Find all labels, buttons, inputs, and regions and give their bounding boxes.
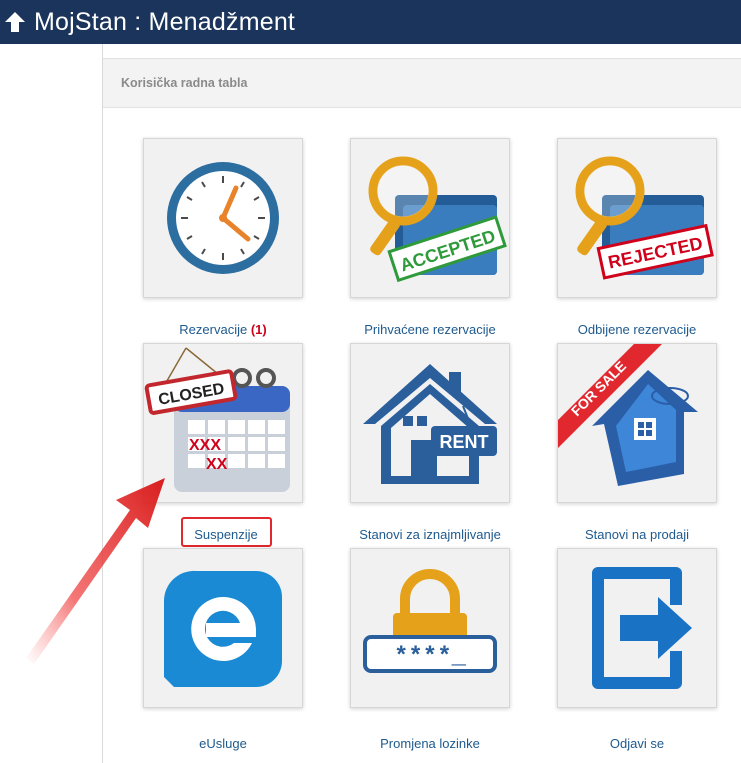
house-rent-icon: RENT (363, 364, 497, 484)
tile-label-eusluge[interactable]: eUsluge (123, 736, 323, 751)
padlock-password-icon: ****_ (363, 569, 497, 673)
clock-icon (167, 162, 279, 274)
tile-rezervacije[interactable] (143, 138, 303, 298)
tile-label-stanovi-za-iznajmljivanje[interactable]: Stanovi za iznajmljivanje (330, 527, 530, 542)
tile-promjena-lozinke[interactable]: ****_ (350, 548, 510, 708)
closed-calendar-icon: XXX XX CLOSED (144, 347, 290, 492)
rejected-folder-icon: REJECTED (575, 156, 714, 280)
suspension-marks-row2: XX (206, 456, 228, 473)
tile-label-rezervacije[interactable]: Rezervacije (1) (123, 322, 323, 337)
breadcrumb: Korisička radna tabla (103, 58, 741, 108)
accepted-folder-icon: ACCEPTED (368, 156, 507, 283)
app-title: MojStan : Menadžment (34, 8, 296, 36)
suspension-marks-row1: XXX (189, 437, 221, 454)
rent-sign-text: RENT (440, 432, 489, 452)
sidebar-divider (102, 44, 103, 763)
house-for-sale-icon: FOR SALE (558, 344, 698, 486)
tile-label-odjavi-se[interactable]: Odjavi se (537, 736, 737, 751)
logout-door-icon (592, 567, 692, 689)
e-services-icon (163, 570, 282, 687)
tile-label-odbijene-rezervacije[interactable]: Odbijene rezervacije (537, 322, 737, 337)
tile-suspenzije[interactable]: XXX XX CLOSED (143, 343, 303, 503)
suspenzije-highlight-box (181, 517, 272, 547)
password-mask-text: ****_ (394, 644, 467, 671)
tile-stanovi-na-prodaji[interactable]: FOR SALE (557, 343, 717, 503)
arrow-up-icon[interactable] (4, 11, 26, 33)
reservation-count-badge: (1) (250, 322, 267, 337)
tile-label-prihvacene-rezervacije[interactable]: Prihvaćene rezervacije (330, 322, 530, 337)
app-header: MojStan : Menadžment (0, 0, 741, 44)
tile-prihvacene-rezervacije[interactable]: ACCEPTED (350, 138, 510, 298)
tile-label-stanovi-na-prodaji[interactable]: Stanovi na prodaji (537, 527, 737, 542)
tile-eusluge[interactable] (143, 548, 303, 708)
tile-label-promjena-lozinke[interactable]: Promjena lozinke (330, 736, 530, 751)
tile-odbijene-rezervacije[interactable]: REJECTED (557, 138, 717, 298)
tile-odjavi-se[interactable] (557, 548, 717, 708)
rezervacije-label: Rezervacije (179, 322, 248, 337)
tile-stanovi-za-iznajmljivanje[interactable]: RENT (350, 343, 510, 503)
